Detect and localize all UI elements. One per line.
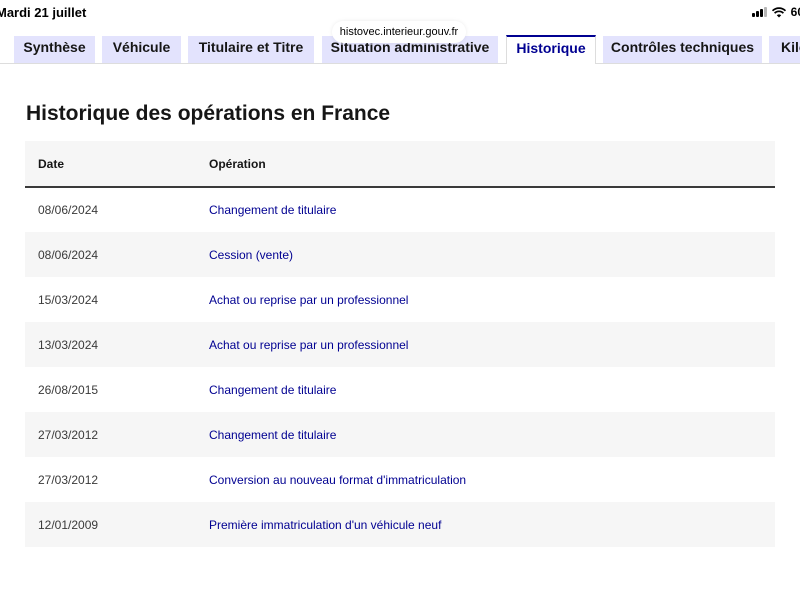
page-title: Historique des opérations en France bbox=[26, 102, 391, 125]
table-row: 13/03/2024 Achat ou reprise par un profe… bbox=[25, 322, 775, 367]
row-date: 26/08/2015 bbox=[38, 382, 99, 397]
column-header-operation: Opération bbox=[209, 141, 775, 188]
status-indicators: 60 bbox=[751, 5, 800, 19]
row-date: 15/03/2024 bbox=[38, 292, 99, 307]
row-date: 27/03/2012 bbox=[38, 472, 99, 487]
table-row: 27/03/2012 Conversion au nouveau format … bbox=[25, 457, 775, 502]
row-date: 08/06/2024 bbox=[38, 203, 99, 217]
operations-history-table: Date Opération 08/06/2024 Changement de … bbox=[25, 141, 775, 547]
row-operation: Changement de titulaire bbox=[209, 203, 337, 217]
table-row: 08/06/2024 Cession (vente) bbox=[25, 232, 775, 277]
tab-titulaire-et-titre[interactable]: Titulaire et Titre bbox=[188, 36, 314, 63]
row-operation: Changement de titulaire bbox=[209, 382, 337, 397]
table-row: 08/06/2024 Changement de titulaire bbox=[25, 187, 775, 232]
battery-percentage: 60 bbox=[790, 5, 800, 19]
tab-synthese[interactable]: Synthèse bbox=[14, 36, 95, 63]
row-date: 13/03/2024 bbox=[38, 337, 99, 352]
table-row: 15/03/2024 Achat ou reprise par un profe… bbox=[25, 277, 775, 322]
wifi-icon bbox=[771, 6, 786, 17]
row-date: 12/01/2009 bbox=[38, 517, 99, 532]
row-date: 08/06/2024 bbox=[38, 247, 99, 262]
row-date: 27/03/2012 bbox=[38, 427, 99, 442]
table-row: 12/01/2009 Première immatriculation d'un… bbox=[25, 502, 775, 547]
table-header-row: Date Opération bbox=[25, 141, 775, 188]
row-operation: Changement de titulaire bbox=[209, 427, 337, 442]
row-operation: Achat ou reprise par un professionnel bbox=[209, 292, 409, 307]
status-time: Mardi 21 juillet bbox=[0, 5, 87, 20]
row-operation: Première immatriculation d'un véhicule n… bbox=[209, 517, 442, 532]
url-bar[interactable]: histovec.interieur.gouv.fr bbox=[332, 21, 466, 43]
cellular-signal-icon bbox=[751, 7, 767, 17]
tab-historique[interactable]: Historique bbox=[506, 35, 596, 64]
tab-vehicule[interactable]: Véhicule bbox=[102, 36, 181, 63]
row-operation: Conversion au nouveau format d'immatricu… bbox=[209, 472, 467, 487]
table-row: 27/03/2012 Changement de titulaire bbox=[25, 412, 775, 457]
column-header-date: Date bbox=[25, 141, 209, 188]
table-row: 26/08/2015 Changement de titulaire bbox=[25, 367, 775, 412]
tab-controles-techniques[interactable]: Contrôles techniques bbox=[603, 36, 762, 63]
tab-kilometrage[interactable]: Kilométrage bbox=[769, 36, 800, 63]
row-operation: Achat ou reprise par un professionnel bbox=[209, 337, 409, 352]
row-operation: Cession (vente) bbox=[209, 247, 294, 262]
